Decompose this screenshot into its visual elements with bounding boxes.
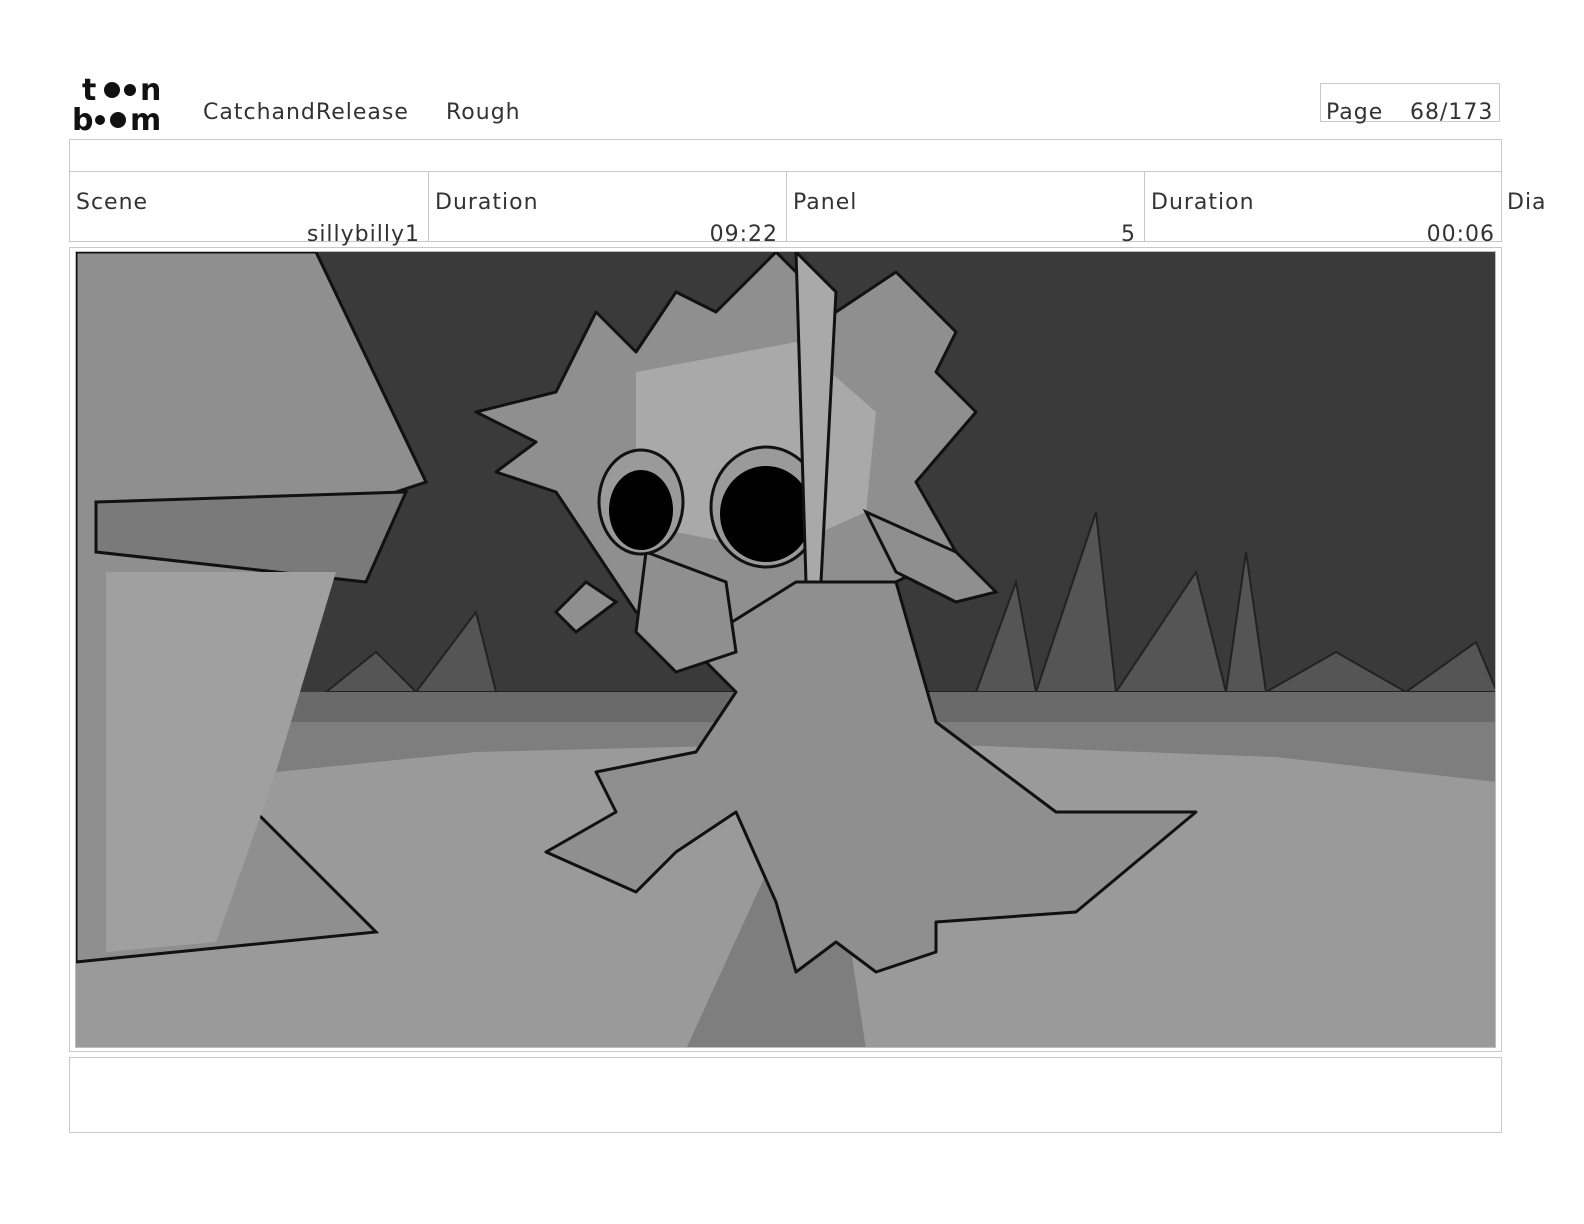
stage-name: Rough bbox=[446, 100, 521, 125]
svg-text:m: m bbox=[130, 103, 161, 134]
header-strip bbox=[69, 139, 1502, 172]
panel-value: 5 bbox=[1121, 222, 1136, 247]
page-number: 68/173 bbox=[1410, 100, 1494, 125]
notes-box bbox=[69, 1057, 1502, 1133]
toonboom-logo: t n b m bbox=[72, 72, 182, 134]
panel-duration-cell: Duration 00:06 bbox=[1145, 172, 1503, 247]
project-name: CatchandRelease bbox=[203, 100, 409, 125]
scene-label: Scene bbox=[76, 190, 149, 215]
scene-cell: Scene sillybilly1 bbox=[70, 172, 429, 247]
panel-info-row: Scene sillybilly1 Duration 09:22 Panel 5… bbox=[69, 172, 1503, 247]
scene-value: sillybilly1 bbox=[306, 222, 420, 247]
svg-text:b: b bbox=[72, 103, 93, 134]
panel-cell: Panel 5 bbox=[787, 172, 1145, 247]
scene-duration-value: 09:22 bbox=[709, 222, 778, 247]
panel-label: Panel bbox=[793, 190, 858, 215]
storyboard-panel-image bbox=[75, 251, 1496, 1048]
panel-duration-value: 00:06 bbox=[1426, 222, 1495, 247]
scene-duration-cell: Duration 09:22 bbox=[429, 172, 787, 247]
right-eye bbox=[720, 466, 812, 562]
scene-duration-label: Duration bbox=[435, 190, 539, 215]
panel-duration-label: Duration bbox=[1151, 190, 1255, 215]
page-label: Page bbox=[1326, 100, 1384, 125]
left-eye bbox=[609, 470, 673, 550]
dialogue-label: Dia bbox=[1507, 190, 1547, 215]
